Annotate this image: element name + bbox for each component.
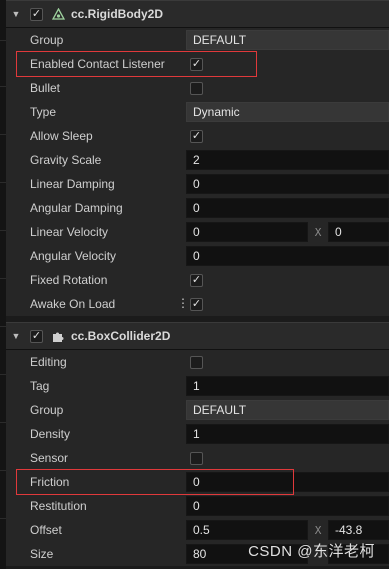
linear-velocity-y-input[interactable]: 0: [328, 222, 389, 242]
component-title: cc.RigidBody2D: [71, 7, 164, 21]
prop-label: Editing: [30, 355, 67, 369]
prop-label: Bullet: [30, 81, 61, 95]
prop-label: Group: [30, 403, 64, 417]
prop-label: Offset: [30, 523, 62, 537]
component-enabled-checkbox[interactable]: ✓: [30, 329, 43, 343]
prop-tag: Tag 1: [6, 374, 389, 398]
prop-linear-damping: Linear Damping 0: [6, 172, 389, 196]
allow-sleep-checkbox[interactable]: ✓: [190, 129, 203, 143]
prop-label: Awake On Load: [30, 297, 116, 311]
prop-density: Density 1: [6, 422, 389, 446]
prop-label: Density: [30, 427, 71, 441]
prop-restitution: Restitution 0: [6, 494, 389, 518]
puzzle-icon: [51, 329, 65, 343]
rigidbody2d-header[interactable]: ▼ ✓ cc.RigidBody2D: [6, 0, 389, 28]
prop-group: Group DEFAULT: [6, 398, 389, 422]
boxcollider2d-header[interactable]: ▼ ✓ cc.BoxCollider2D: [6, 322, 389, 350]
prop-label: Enabled Contact Listener: [30, 57, 165, 71]
checkmark-icon: ✓: [191, 297, 202, 310]
prop-label: Type: [30, 105, 57, 119]
enabled-contact-listener-checkbox[interactable]: ✓: [190, 57, 203, 71]
prop-editing: Editing: [6, 350, 389, 374]
friction-input[interactable]: 0: [186, 472, 389, 492]
checkmark-icon: ✓: [31, 329, 42, 342]
group-select[interactable]: DEFAULT: [186, 400, 389, 420]
prop-friction: Friction 0: [6, 470, 389, 494]
prop-angular-damping: Angular Damping 0: [6, 196, 389, 220]
prop-fixed-rotation: Fixed Rotation ✓: [6, 268, 389, 292]
prop-label: Linear Velocity: [30, 225, 109, 239]
prop-type: Type Dynamic: [6, 100, 389, 124]
prop-label: Fixed Rotation: [30, 273, 108, 287]
prop-offset: Offset 0.5 X -43.8: [6, 518, 389, 542]
checkmark-icon: ✓: [191, 129, 202, 142]
prop-label: Size: [30, 547, 54, 561]
checkmark-icon: ✓: [191, 273, 202, 286]
tag-input[interactable]: 1: [186, 376, 389, 396]
prop-awake-on-load: Awake On Load ⋮ ✓: [6, 292, 389, 316]
offset-x-input[interactable]: 0.5: [186, 520, 308, 540]
prop-linear-velocity: Linear Velocity 0 X 0: [6, 220, 389, 244]
prop-sensor: Sensor: [6, 446, 389, 470]
rigidbody2d-component: ▼ ✓ cc.RigidBody2D Group DEFAULT Enabled…: [6, 0, 389, 316]
prop-allow-sleep: Allow Sleep ✓: [6, 124, 389, 148]
prop-label: Tag: [30, 379, 50, 393]
prop-label: Allow Sleep: [30, 129, 93, 143]
prop-label: Angular Damping: [30, 201, 123, 215]
linear-velocity-x-input[interactable]: 0: [186, 222, 308, 242]
triangle-down-icon[interactable]: ▼: [10, 9, 22, 19]
component-enabled-checkbox[interactable]: ✓: [30, 7, 43, 21]
prop-group: Group DEFAULT: [6, 28, 389, 52]
prop-bullet: Bullet: [6, 76, 389, 100]
angular-damping-input[interactable]: 0: [186, 198, 389, 218]
editing-checkbox[interactable]: [190, 355, 203, 369]
prop-label: Group: [30, 33, 64, 47]
prop-label: Restitution: [30, 499, 87, 513]
gravity-scale-input[interactable]: 2: [186, 150, 389, 170]
prop-label: Angular Velocity: [30, 249, 117, 263]
prop-label: Gravity Scale: [30, 153, 102, 167]
boxcollider2d-component: ▼ ✓ cc.BoxCollider2D Editing Tag 1 Group…: [6, 322, 389, 566]
checkmark-icon: ✓: [191, 57, 202, 70]
prop-gravity-scale: Gravity Scale 2: [6, 148, 389, 172]
prop-label: Linear Damping: [30, 177, 115, 191]
checkmark-icon: ✓: [31, 7, 42, 20]
offset-y-input[interactable]: -43.8: [328, 520, 389, 540]
density-input[interactable]: 1: [186, 424, 389, 444]
linear-damping-input[interactable]: 0: [186, 174, 389, 194]
component-title: cc.BoxCollider2D: [71, 329, 171, 343]
prop-label: Friction: [30, 475, 70, 489]
type-select[interactable]: Dynamic: [186, 102, 389, 122]
prop-enabled-contact-listener: Enabled Contact Listener ✓: [6, 52, 389, 76]
axis-label: X: [314, 523, 322, 537]
bullet-checkbox[interactable]: [190, 81, 203, 95]
awake-on-load-checkbox[interactable]: ✓: [190, 297, 203, 311]
watermark: CSDN @东洋老柯: [248, 543, 375, 560]
restitution-input[interactable]: 0: [186, 496, 389, 516]
fixed-rotation-checkbox[interactable]: ✓: [190, 273, 203, 287]
axis-label: X: [314, 225, 322, 239]
group-select[interactable]: DEFAULT: [186, 30, 389, 50]
sensor-checkbox[interactable]: [190, 451, 203, 465]
rigidbody-icon: [51, 7, 65, 21]
angular-velocity-input[interactable]: 0: [186, 246, 389, 266]
prop-angular-velocity: Angular Velocity 0: [6, 244, 389, 268]
prop-label: Sensor: [30, 451, 69, 465]
triangle-down-icon[interactable]: ▼: [10, 331, 22, 341]
